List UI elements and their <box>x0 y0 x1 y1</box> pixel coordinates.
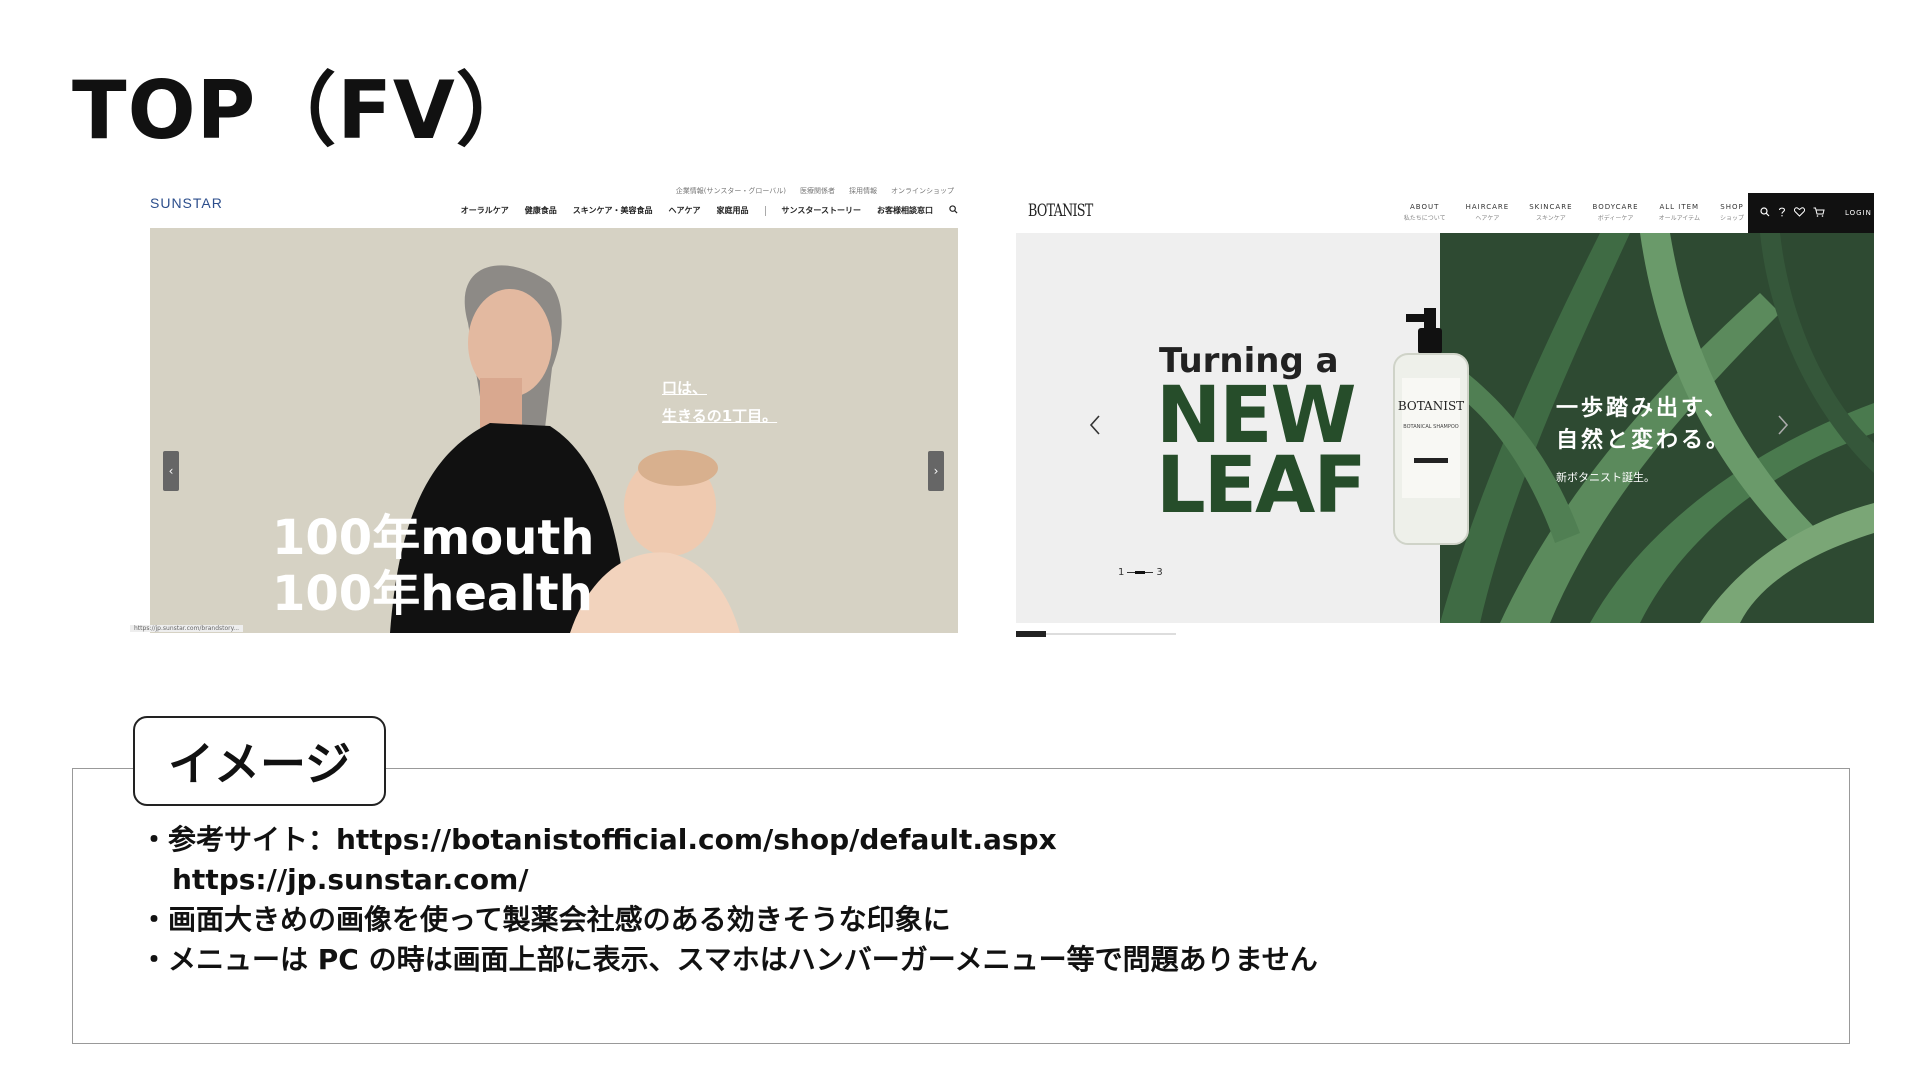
utility-link[interactable]: 企業情報(サンスター・グローバル) <box>676 186 786 196</box>
nav-item-about[interactable]: ABOUT 私たちについて <box>1404 203 1446 222</box>
hero-newleaf-text: NEW LEAF <box>1156 377 1367 531</box>
nav-sublabel: ボディーケア <box>1597 215 1634 222</box>
pager-progress <box>1127 571 1154 574</box>
nav-label: ABOUT <box>1409 203 1440 211</box>
heart-icon[interactable] <box>1793 206 1806 220</box>
newleaf-line: LEAF <box>1156 441 1367 531</box>
nav-label: HAIRCARE <box>1465 203 1510 211</box>
nav-item[interactable]: 健康食品 <box>525 205 557 216</box>
hero-copy-line: 口は、 <box>662 379 708 397</box>
nav-label: BODYCARE <box>1592 203 1639 211</box>
botanist-logo[interactable]: BOTANIST <box>1028 201 1093 221</box>
hero-copy-line: 生きるの1丁目。 <box>662 407 778 425</box>
sunstar-hero-copy: 口は、 生きるの1丁目。 <box>662 374 777 430</box>
sunstar-hero-headline: 100年mouth 100年health <box>272 510 594 622</box>
sunstar-utility-links: 企業情報(サンスター・グローバル) 医療関係者 採用情報 オンラインショップ <box>676 186 954 196</box>
carousel-next-button[interactable] <box>1776 413 1790 443</box>
nav-item-skincare[interactable]: SKINCARE スキンケア <box>1529 203 1572 222</box>
nav-divider <box>764 205 766 216</box>
utility-link[interactable]: 医療関係者 <box>800 186 835 196</box>
image-note-lines: ・参考サイト：https://botanistofficial.com/shop… <box>140 820 1318 980</box>
pager-start: 1 <box>1118 567 1125 578</box>
botanist-hero: BOTANIST BOTANICAL SHAMPOO Turning a NEW… <box>1016 233 1874 623</box>
cart-icon[interactable] <box>1813 207 1825 220</box>
image-note-tab: イメージ <box>133 716 386 806</box>
sunstar-nav: オーラルケア 健康食品 スキンケア・美容食品 ヘアケア 家庭用品 サンスタースト… <box>461 205 958 216</box>
search-icon[interactable] <box>949 205 958 216</box>
carousel-next-button[interactable]: › <box>928 451 944 491</box>
nav-item[interactable]: お客様相談窓口 <box>877 205 933 216</box>
shampoo-bottle-image: BOTANIST BOTANICAL SHAMPOO <box>1393 308 1469 545</box>
botanist-nav: ABOUT 私たちについて HAIRCARE ヘアケア SKINCARE スキンケア … <box>1404 203 1744 222</box>
bottle-brand: BOTANIST <box>1398 399 1464 413</box>
note-line: ・メニューは PC の時は画面上部に表示、スマホはハンバーガーメニュー等で問題あ… <box>140 943 1318 976</box>
pager-end: 3 <box>1156 567 1163 578</box>
nav-item[interactable]: 家庭用品 <box>717 205 749 216</box>
sunstar-hero: 口は、 生きるの1丁目。 100年mouth 100年health <box>150 228 958 633</box>
hero-jp-subtext: 新ボタニスト誕生。 <box>1556 471 1655 484</box>
nav-item[interactable]: スキンケア・美容食品 <box>573 205 653 216</box>
jp-headline-line: 一歩踏み出す、 <box>1556 396 1730 421</box>
status-url: https://jp.sunstar.com/brandstory... <box>130 625 244 632</box>
scroll-track <box>1046 633 1176 635</box>
nav-label: SKINCARE <box>1529 203 1573 211</box>
nav-sublabel: オールアイテム <box>1658 215 1700 222</box>
headline-line: 100年health <box>272 566 593 622</box>
bottle-subtitle: BOTANICAL SHAMPOO <box>1403 424 1458 430</box>
nav-label: ALL ITEM <box>1659 203 1700 211</box>
nav-sublabel: ヘアケア <box>1475 215 1500 222</box>
login-link[interactable]: LOGIN <box>1845 209 1872 217</box>
nav-item[interactable]: ヘアケア <box>669 205 701 216</box>
headline-line: 100年mouth <box>272 510 595 566</box>
sunstar-screenshot: SUNSTAR 企業情報(サンスター・グローバル) 医療関係者 採用情報 オンラ… <box>130 183 958 633</box>
nav-item-shop[interactable]: SHOP ショップ <box>1720 203 1744 222</box>
scroll-indicator <box>1016 631 1046 637</box>
nav-item[interactable]: オーラルケア <box>461 205 509 216</box>
nav-label: SHOP <box>1720 203 1744 211</box>
nav-sublabel: スキンケア <box>1535 215 1566 222</box>
utility-link[interactable]: オンラインショップ <box>891 186 954 196</box>
hero-jp-headline: 一歩踏み出す、 自然と変わる。 <box>1556 393 1731 457</box>
jp-headline-line: 自然と変わる。 <box>1556 428 1732 453</box>
note-line: https://jp.sunstar.com/ <box>172 863 529 896</box>
nav-item-bodycare[interactable]: BODYCARE ボディーケア <box>1593 203 1639 222</box>
botanist-utility-bar: LOGIN <box>1748 193 1874 233</box>
nav-sublabel: ショップ <box>1719 215 1744 222</box>
note-line: ・参考サイト：https://botanistofficial.com/shop… <box>140 823 1057 856</box>
utility-link[interactable]: 採用情報 <box>849 186 877 196</box>
nav-sublabel: 私たちについて <box>1403 215 1446 222</box>
sunstar-logo: SUNSTAR <box>150 195 223 211</box>
carousel-prev-button[interactable] <box>1088 413 1102 443</box>
nav-item[interactable]: サンスターストーリー <box>782 205 861 216</box>
search-icon[interactable] <box>1760 206 1770 220</box>
botanist-screenshot: BOTANIST ABOUT 私たちについて HAIRCARE ヘアケア SKINC… <box>1016 193 1874 643</box>
note-line: ・画面大きめの画像を使って製薬会社感のある効きそうな印象に <box>140 903 951 936</box>
help-icon[interactable] <box>1778 207 1786 220</box>
nav-item-all-item[interactable]: ALL ITEM オールアイテム <box>1659 203 1700 222</box>
carousel-pager[interactable]: 1 3 <box>1118 567 1163 578</box>
slide-title: TOP（FV） <box>72 64 537 157</box>
carousel-prev-button[interactable]: ‹ <box>163 451 179 491</box>
nav-item-haircare[interactable]: HAIRCARE ヘアケア <box>1466 203 1510 222</box>
